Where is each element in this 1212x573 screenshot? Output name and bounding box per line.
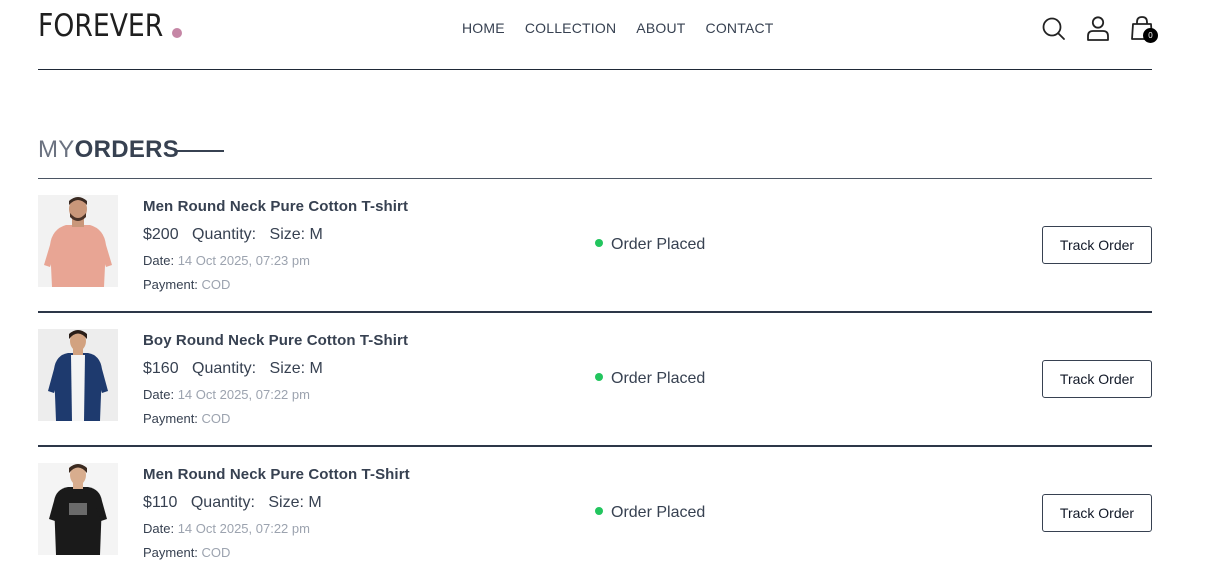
nav-collection[interactable]: COLLECTION xyxy=(525,20,616,36)
date-label: Date: xyxy=(143,253,175,268)
date-value: 14 Oct 2025, 07:23 pm xyxy=(177,253,310,268)
nav-contact[interactable]: CONTACT xyxy=(706,20,774,36)
product-name: Men Round Neck Pure Cotton T-Shirt xyxy=(143,466,410,483)
main-nav: HOME COLLECTION ABOUT CONTACT xyxy=(462,20,774,36)
status-dot xyxy=(595,239,603,247)
page-title: MYORDERS xyxy=(38,136,179,164)
order-status: Order Placed xyxy=(595,236,705,254)
payment-label: Payment: xyxy=(143,545,198,560)
track-order-button[interactable]: Track Order xyxy=(1042,494,1152,532)
profile-icon[interactable] xyxy=(1084,14,1112,42)
track-order-button[interactable]: Track Order xyxy=(1042,226,1152,264)
quantity: Quantity: xyxy=(192,360,257,377)
product-name: Boy Round Neck Pure Cotton T-Shirt xyxy=(143,332,409,349)
order-date: Date: 14 Oct 2025, 07:22 pm xyxy=(143,521,310,536)
payment-label: Payment: xyxy=(143,277,198,292)
status-dot xyxy=(595,507,603,515)
title-my: MY xyxy=(38,136,75,163)
order-payment: Payment: COD xyxy=(143,411,230,426)
quantity: Quantity: xyxy=(192,226,257,243)
search-icon[interactable] xyxy=(1040,14,1068,42)
title-underline xyxy=(176,150,224,152)
title-orders: ORDERS xyxy=(74,136,180,163)
nav-about[interactable]: ABOUT xyxy=(636,20,685,36)
price: $200 xyxy=(143,226,179,243)
order-date: Date: 14 Oct 2025, 07:22 pm xyxy=(143,387,310,402)
size: Size: M xyxy=(268,494,322,511)
order-status: Order Placed xyxy=(595,504,705,522)
product-image xyxy=(38,195,118,287)
price: $110 xyxy=(143,494,178,511)
order-meta: $160 Quantity: Size: M xyxy=(143,360,332,378)
date-value: 14 Oct 2025, 07:22 pm xyxy=(177,387,310,402)
payment-value: COD xyxy=(201,545,231,560)
date-value: 14 Oct 2025, 07:22 pm xyxy=(177,521,310,536)
order-payment: Payment: COD xyxy=(143,545,230,560)
order-status: Order Placed xyxy=(595,370,705,388)
product-image xyxy=(38,463,118,555)
cart-count-badge: 0 xyxy=(1143,28,1158,43)
logo-dot xyxy=(172,28,182,38)
payment-value: COD xyxy=(201,277,231,292)
order-row: Men Round Neck Pure Cotton T-shirt $200 … xyxy=(38,178,1152,313)
page: FOREVER HOME COLLECTION ABOUT CONTACT 0 … xyxy=(0,0,1212,573)
price: $160 xyxy=(143,360,179,377)
quantity: Quantity: xyxy=(190,494,255,511)
order-payment: Payment: COD xyxy=(143,277,230,292)
nav-home[interactable]: HOME xyxy=(462,20,505,36)
order-row: Boy Round Neck Pure Cotton T-Shirt $160 … xyxy=(38,312,1152,447)
status-dot xyxy=(595,373,603,381)
status-text: Order Placed xyxy=(611,370,706,387)
track-order-button[interactable]: Track Order xyxy=(1042,360,1152,398)
order-meta: $110 Quantity: Size: M xyxy=(143,494,331,512)
size: Size: M xyxy=(269,226,323,243)
size: Size: M xyxy=(269,360,323,377)
status-text: Order Placed xyxy=(611,236,706,253)
date-label: Date: xyxy=(143,521,175,536)
payment-label: Payment: xyxy=(143,411,198,426)
logo[interactable]: FOREVER xyxy=(38,8,163,44)
order-row: Men Round Neck Pure Cotton T-Shirt $110 … xyxy=(38,446,1152,573)
status-text: Order Placed xyxy=(611,504,706,521)
date-label: Date: xyxy=(143,387,175,402)
product-image xyxy=(38,329,118,421)
order-date: Date: 14 Oct 2025, 07:23 pm xyxy=(143,253,310,268)
header: FOREVER HOME COLLECTION ABOUT CONTACT 0 xyxy=(38,0,1158,70)
order-meta: $200 Quantity: Size: M xyxy=(143,226,332,244)
payment-value: COD xyxy=(201,411,231,426)
product-name: Men Round Neck Pure Cotton T-shirt xyxy=(143,198,409,215)
